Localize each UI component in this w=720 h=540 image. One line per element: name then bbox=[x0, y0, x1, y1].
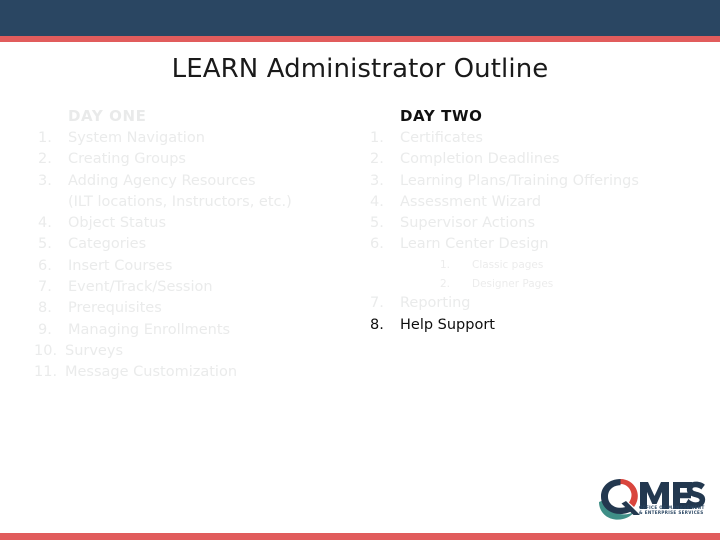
omes-logo-mark bbox=[599, 479, 706, 520]
day-two-list: 1. Certificates 2. Completion Deadlines 3.… bbox=[366, 128, 706, 336]
list-item-label: Assessment Wizard bbox=[400, 193, 542, 210]
list-item[interactable]: 10. Surveys bbox=[34, 341, 364, 362]
list-item-continuation: (ILT locations, Instructors, etc.) bbox=[68, 193, 292, 210]
list-item[interactable]: 3. Adding Agency Resources (ILT locations… bbox=[34, 171, 364, 214]
list-item-number: 9. bbox=[38, 321, 52, 338]
list-item-number: 5. bbox=[370, 215, 384, 232]
list-item-number: 4. bbox=[38, 215, 52, 232]
omes-logo-tagline: OFFICE OF MANAGEMENT & ENTERPRISE SERVIC… bbox=[639, 505, 707, 516]
list-item[interactable]: 9. Managing Enrollments bbox=[34, 320, 364, 341]
sub-list-item-number: 2. bbox=[440, 277, 451, 290]
list-item-number: 7. bbox=[38, 279, 52, 296]
list-item-number: 6. bbox=[38, 257, 52, 274]
list-item[interactable]: 7. Event/Track/Session bbox=[34, 277, 364, 298]
page-title: LEARN Administrator Outline bbox=[171, 54, 549, 84]
list-item[interactable]: 3. Learning Plans/Training Offerings bbox=[366, 171, 706, 192]
sub-list-item-label: Classic pages bbox=[472, 258, 544, 271]
list-item-label: Help Support bbox=[400, 316, 495, 333]
list-item-number: 5. bbox=[38, 236, 52, 253]
list-item[interactable]: 11. Message Customization bbox=[34, 362, 364, 383]
list-item-number: 11. bbox=[34, 364, 58, 381]
list-item-number: 7. bbox=[370, 295, 384, 312]
list-item-label: Certificates bbox=[400, 130, 483, 146]
list-item[interactable]: 6. Insert Courses bbox=[34, 256, 364, 277]
sub-list-item-number: 1. bbox=[440, 258, 451, 271]
learn-center-design-sublist: 1. Classic pages 2. Designer Pages bbox=[400, 256, 706, 294]
list-item[interactable]: 8. Prerequisites bbox=[34, 298, 364, 319]
list-item-number: 4. bbox=[370, 193, 384, 210]
list-item[interactable]: 1. System Navigation bbox=[34, 128, 364, 149]
list-item-label: Surveys bbox=[65, 342, 123, 359]
list-item-label: Completion Deadlines bbox=[400, 151, 560, 168]
list-item-label: Learning Plans/Training Offerings bbox=[400, 172, 639, 189]
list-item[interactable]: 2. Completion Deadlines bbox=[366, 149, 706, 170]
sub-list-item-label: Designer Pages bbox=[472, 277, 554, 290]
sub-list-item[interactable]: 1. Classic pages bbox=[400, 256, 706, 275]
list-item[interactable]: 6. Learn Center Design 1. Classic pages 2.… bbox=[366, 234, 706, 293]
list-item-label: Reporting bbox=[400, 295, 471, 312]
list-item-label: Prerequisites bbox=[68, 300, 162, 317]
day-one-list: 1. System Navigation 2. Creating Groups 3.… bbox=[34, 128, 364, 384]
list-item[interactable]: 8. Help Support bbox=[366, 315, 706, 336]
list-item-number: 1. bbox=[38, 130, 52, 146]
list-item-number: 3. bbox=[38, 172, 52, 189]
omes-tagline-line-2: & ENTERPRISE SERVICES bbox=[639, 510, 704, 516]
list-item[interactable]: 2. Creating Groups bbox=[34, 149, 364, 170]
outline-columns: DAY ONE 1. System Navigation 2. Creating G… bbox=[0, 106, 720, 406]
sub-list-item[interactable]: 2. Designer Pages bbox=[400, 275, 706, 294]
list-item-label: System Navigation bbox=[68, 130, 205, 146]
list-item-number: 2. bbox=[370, 151, 384, 168]
top-red-rule-decoration bbox=[0, 36, 720, 42]
day-two-heading: DAY TWO bbox=[400, 107, 483, 125]
list-item-label: Object Status bbox=[68, 215, 167, 232]
list-item-label: Insert Courses bbox=[68, 257, 173, 274]
bottom-red-rule-decoration bbox=[0, 533, 720, 540]
top-band-decoration bbox=[0, 0, 720, 36]
day-one-column: DAY ONE 1. System Navigation 2. Creating G… bbox=[34, 106, 364, 384]
list-item[interactable]: 5. Categories bbox=[34, 234, 364, 255]
list-item-number: 2. bbox=[38, 151, 52, 168]
omes-logo: OFFICE OF MANAGEMENT & ENTERPRISE SERVIC… bbox=[596, 477, 708, 525]
list-item-number: 8. bbox=[370, 316, 384, 333]
list-item-label: Creating Groups bbox=[68, 151, 186, 168]
list-item-label: Supervisor Actions bbox=[400, 215, 536, 232]
list-item-number: 1. bbox=[370, 130, 384, 146]
day-one-heading: DAY ONE bbox=[68, 107, 147, 125]
list-item[interactable]: 1. Certificates bbox=[366, 128, 706, 149]
list-item-number: 6. bbox=[370, 236, 384, 253]
list-item-number: 10. bbox=[34, 342, 58, 359]
list-item-label: Event/Track/Session bbox=[68, 279, 213, 296]
list-item-label: Categories bbox=[68, 236, 147, 253]
list-item-label: Managing Enrollments bbox=[68, 321, 231, 338]
list-item[interactable]: 7. Reporting bbox=[366, 293, 706, 314]
list-item-label: Adding Agency Resources bbox=[68, 172, 256, 189]
day-two-column: DAY TWO 1. Certificates 2. Completion Dead… bbox=[366, 106, 706, 336]
list-item-label: Learn Center Design bbox=[400, 236, 549, 253]
list-item-number: 8. bbox=[38, 300, 52, 317]
list-item[interactable]: 4. Assessment Wizard bbox=[366, 192, 706, 213]
list-item[interactable]: 5. Supervisor Actions bbox=[366, 213, 706, 234]
list-item-number: 3. bbox=[370, 172, 384, 189]
list-item[interactable]: 4. Object Status bbox=[34, 213, 364, 234]
list-item-label: Message Customization bbox=[65, 364, 238, 381]
slide: LEARN Administrator Outline DAY ONE 1. Sy… bbox=[0, 0, 720, 540]
